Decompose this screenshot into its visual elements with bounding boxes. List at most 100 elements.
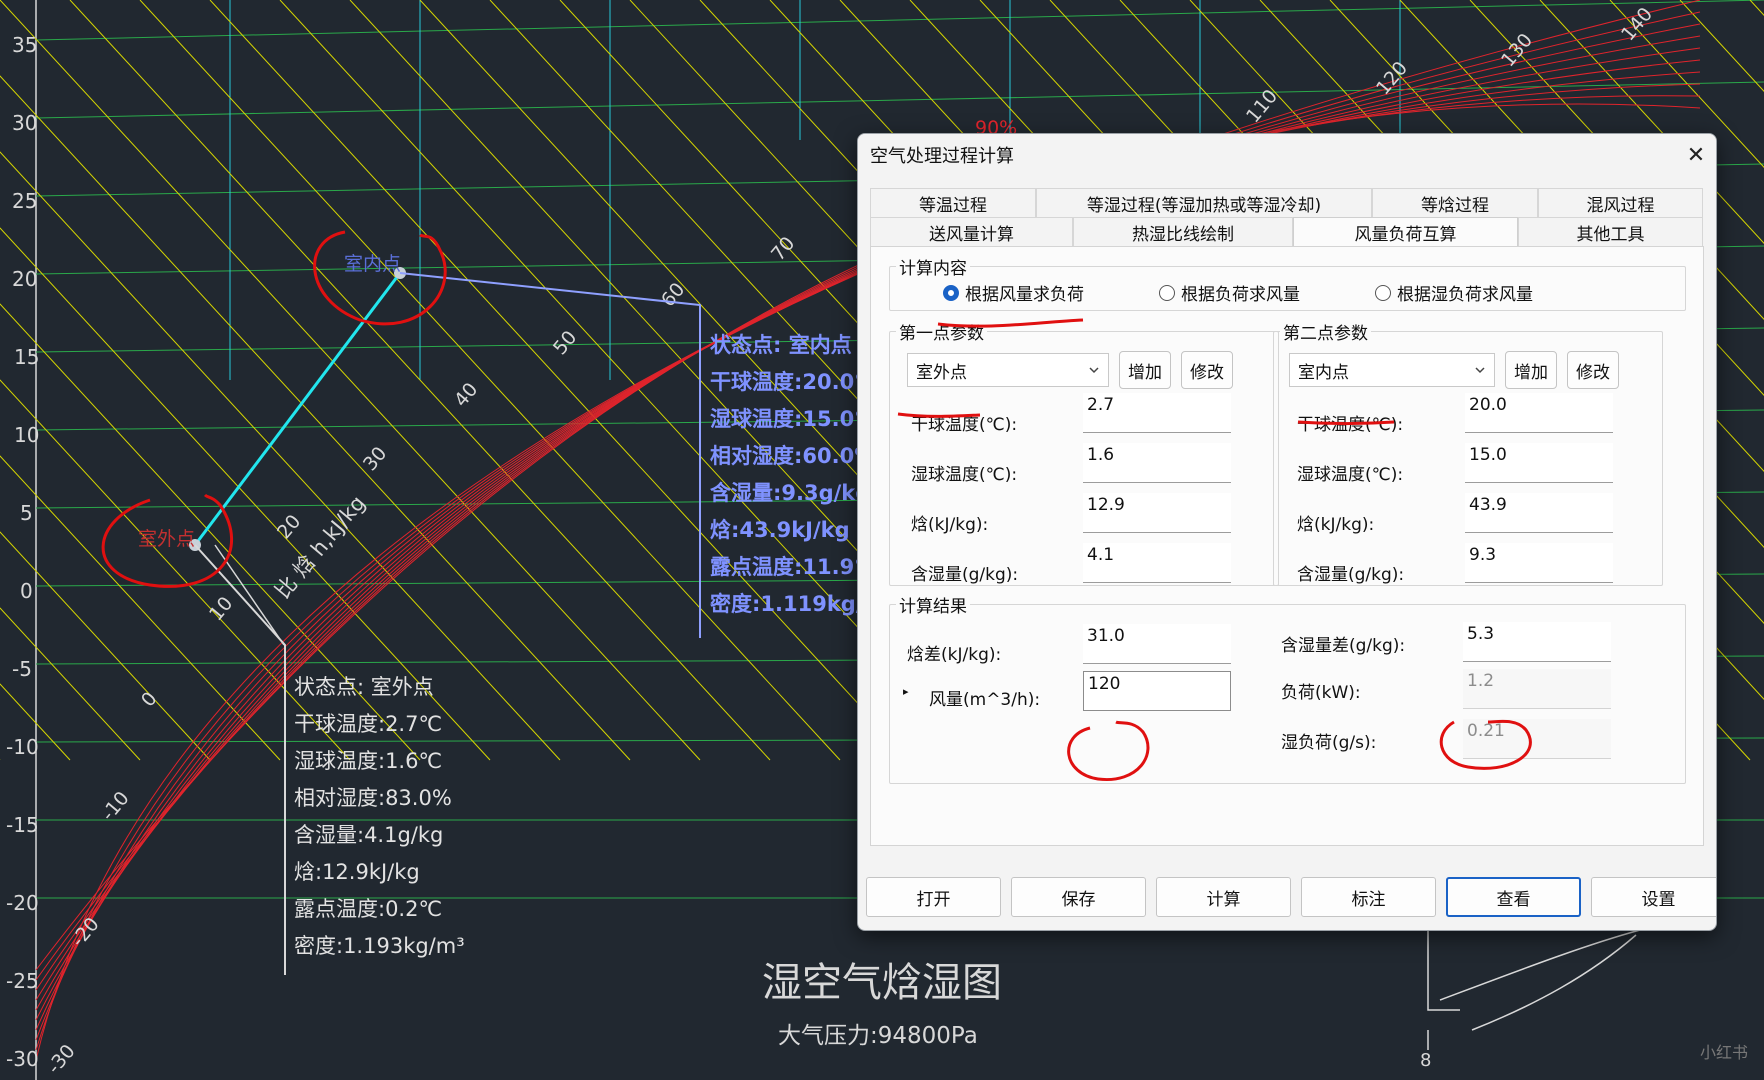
radio-icon bbox=[1159, 284, 1175, 301]
point1-enthalpy-input[interactable]: 12.9 bbox=[1083, 493, 1231, 533]
point1-humidity-input[interactable]: 4.1 bbox=[1083, 543, 1231, 583]
point2-legend: 第二点参数 bbox=[1283, 324, 1368, 344]
tab-strip: 等温过程 等湿过程(等湿加热或等湿冷却) 等焓过程 混风过程 送风量计算 热湿比… bbox=[870, 188, 1703, 246]
temp-tick: -15 bbox=[6, 813, 39, 837]
outdoor-label-line: 露点温度:0.2℃ bbox=[294, 897, 442, 921]
settings-button[interactable]: 设置 bbox=[1591, 877, 1716, 917]
chart-subtitle: 大气压力:94800Pa bbox=[778, 1023, 978, 1049]
point1-label: 干球温度(℃): bbox=[911, 415, 1018, 435]
dialog-title: 空气处理过程计算 bbox=[870, 146, 1014, 167]
watermark: 小红书 bbox=[1700, 1043, 1748, 1062]
tab-airflow-load[interactable]: 风量负荷互算 bbox=[1293, 217, 1518, 246]
temp-tick: 15 bbox=[14, 345, 39, 369]
enthalpy-tick: 40 bbox=[450, 379, 482, 412]
temp-tick: 30 bbox=[12, 111, 37, 135]
radio-airflow-from-wet-load[interactable]: 根据湿负荷求风量 bbox=[1375, 280, 1533, 305]
radio-icon bbox=[1375, 284, 1391, 301]
save-button[interactable]: 保存 bbox=[1011, 877, 1146, 917]
load-label: 负荷(kW): bbox=[1281, 683, 1361, 703]
point2-edit-button[interactable]: 修改 bbox=[1567, 351, 1619, 389]
outdoor-label-line: 干球温度:2.7℃ bbox=[294, 712, 442, 736]
tab-mixing[interactable]: 混风过程 bbox=[1538, 188, 1703, 217]
outdoor-point-name: 室外点 bbox=[138, 528, 195, 550]
temp-tick: 35 bbox=[12, 33, 37, 57]
enthalpy-tick: 0 bbox=[137, 688, 162, 711]
tab-other-tools[interactable]: 其他工具 bbox=[1518, 217, 1703, 246]
outdoor-label-line: 湿球温度:1.6℃ bbox=[294, 749, 442, 773]
temp-tick: -25 bbox=[6, 969, 39, 993]
point1-label: 焓(kJ/kg): bbox=[911, 515, 989, 535]
wet-load-label: 湿负荷(g/s): bbox=[1281, 733, 1377, 753]
moisture-diff-output: 5.3 bbox=[1463, 622, 1611, 662]
point2-select[interactable]: 室内点 bbox=[1289, 353, 1495, 387]
point2-wetbulb-input[interactable]: 15.0 bbox=[1465, 443, 1613, 483]
point1-wetbulb-input[interactable]: 1.6 bbox=[1083, 443, 1231, 483]
point2-label: 干球温度(℃): bbox=[1297, 415, 1404, 435]
enthalpy-tick: 120 bbox=[1372, 57, 1412, 99]
tab-isenthalpic[interactable]: 等焓过程 bbox=[1372, 188, 1538, 217]
point1-label: 含湿量(g/kg): bbox=[911, 565, 1019, 585]
point1-legend: 第一点参数 bbox=[899, 324, 984, 344]
enthalpy-tick: 20 bbox=[273, 511, 305, 544]
tab-isohumid[interactable]: 等湿过程(等湿加热或等湿冷却) bbox=[1036, 188, 1372, 217]
radio-load-from-airflow[interactable]: 根据风量求负荷 bbox=[943, 280, 1084, 305]
open-button[interactable]: 打开 bbox=[866, 877, 1001, 917]
enthalpy-tick: 10 bbox=[205, 593, 237, 626]
point1-edit-button[interactable]: 修改 bbox=[1181, 351, 1233, 389]
enthalpy-tick: 60 bbox=[657, 279, 689, 312]
calc-content-legend: 计算内容 bbox=[899, 259, 967, 279]
point2-select-value: 室内点 bbox=[1298, 362, 1349, 383]
indoor-label-line: 状态点: 室内点 bbox=[710, 333, 852, 357]
wet-load-output: 0.21 bbox=[1463, 719, 1611, 759]
point1-label: 湿球温度(℃): bbox=[911, 465, 1018, 485]
airflow-input[interactable]: 120 bbox=[1083, 671, 1231, 711]
view-button[interactable]: 查看 bbox=[1446, 877, 1581, 917]
point1-add-button[interactable]: 增加 bbox=[1119, 351, 1171, 389]
outdoor-label-line: 相对湿度:83.0% bbox=[294, 786, 452, 810]
enthalpy-tick: 70 bbox=[767, 233, 799, 266]
row-marker-icon: ▸ bbox=[903, 685, 909, 698]
temp-tick: 0 bbox=[20, 579, 33, 603]
temp-tick: -5 bbox=[12, 657, 32, 681]
enthalpy-diff-output: 31.0 bbox=[1083, 624, 1231, 664]
point2-enthalpy-input[interactable]: 43.9 bbox=[1465, 493, 1613, 533]
radio-selected-icon bbox=[943, 284, 959, 301]
indoor-label-line: 含湿量:9.3g/kg bbox=[710, 481, 870, 505]
outdoor-label-line: 焓:12.9kJ/kg bbox=[294, 860, 420, 884]
point1-drybulb-input[interactable]: 2.7 bbox=[1083, 393, 1231, 433]
heat-moisture-ratio-protractor bbox=[1427, 929, 1641, 1050]
point2-label: 含湿量(g/kg): bbox=[1297, 565, 1405, 585]
indoor-label-line: 湿球温度:15.0℃ bbox=[710, 407, 880, 431]
enthalpy-tick: 50 bbox=[549, 327, 581, 360]
calculate-button[interactable]: 计算 bbox=[1156, 877, 1291, 917]
chevron-down-icon bbox=[1475, 367, 1485, 374]
point2-humidity-input[interactable]: 9.3 bbox=[1465, 543, 1613, 583]
tab-isothermal[interactable]: 等温过程 bbox=[870, 188, 1036, 217]
point2-add-button[interactable]: 增加 bbox=[1505, 351, 1557, 389]
radio-label: 根据负荷求风量 bbox=[1181, 285, 1300, 305]
moisture-diff-label: 含湿量差(g/kg): bbox=[1281, 636, 1406, 656]
tab-heat-moisture-ratio[interactable]: 热湿比线绘制 bbox=[1073, 217, 1293, 246]
indoor-label-line: 露点温度:11.9℃ bbox=[710, 555, 880, 579]
point2-drybulb-input[interactable]: 20.0 bbox=[1465, 393, 1613, 433]
enthalpy-tick: -30 bbox=[43, 1040, 80, 1078]
load-output: 1.2 bbox=[1463, 669, 1611, 709]
temp-tick: 20 bbox=[12, 267, 37, 291]
tab-supply-airflow[interactable]: 送风量计算 bbox=[870, 217, 1073, 246]
radio-label: 根据湿负荷求风量 bbox=[1397, 285, 1533, 305]
process-line bbox=[193, 272, 402, 546]
close-icon[interactable]: ✕ bbox=[1676, 137, 1716, 173]
dialog-titlebar: 空气处理过程计算 ✕ bbox=[858, 134, 1716, 176]
annotate-button[interactable]: 标注 bbox=[1301, 877, 1436, 917]
tab-pane: 计算内容 根据风量求负荷 根据负荷求风量 根据湿负荷求风量 第一点参数 室外点 … bbox=[870, 246, 1704, 846]
radio-airflow-from-load[interactable]: 根据负荷求风量 bbox=[1159, 280, 1300, 305]
radio-label: 根据风量求负荷 bbox=[965, 285, 1084, 305]
outdoor-label-line: 密度:1.193kg/m³ bbox=[294, 934, 465, 958]
temp-tick: -30 bbox=[6, 1047, 39, 1071]
outdoor-label-line: 含湿量:4.1g/kg bbox=[294, 823, 443, 847]
point1-select[interactable]: 室外点 bbox=[907, 353, 1109, 387]
temp-tick: -10 bbox=[6, 735, 39, 759]
indoor-annotation-circle bbox=[313, 230, 447, 326]
point2-label: 焓(kJ/kg): bbox=[1297, 515, 1375, 535]
temp-tick: 5 bbox=[20, 501, 33, 525]
